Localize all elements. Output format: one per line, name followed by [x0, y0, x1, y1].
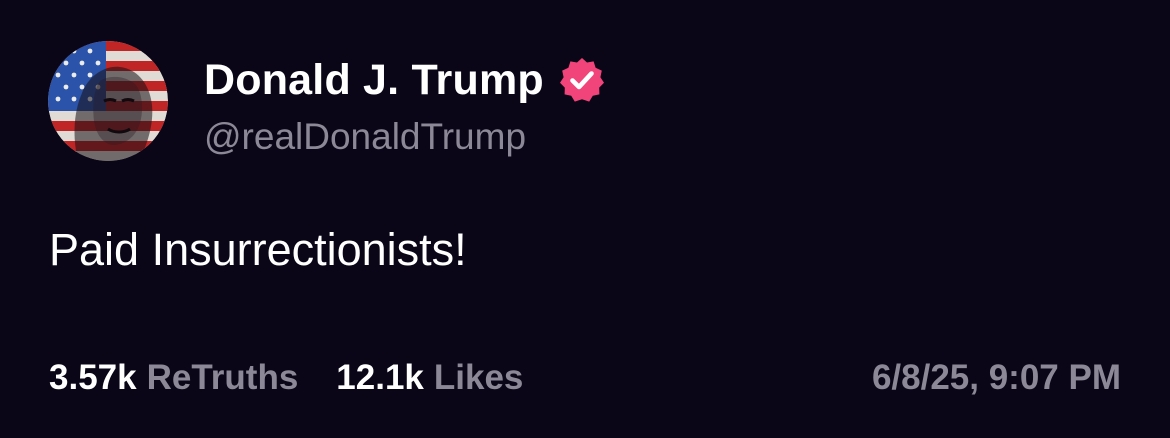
post-stats: 3.57k ReTruths 12.1k Likes: [49, 356, 561, 400]
post-timestamp: 6/8/25, 9:07 PM: [871, 358, 1121, 397]
author-name-row: Donald J. Trump: [204, 54, 606, 106]
truth-post-card: Donald J. Trump @realDonaldTrump Paid In…: [0, 0, 1170, 438]
likes-count: 12.1k: [336, 358, 424, 397]
post-body-text: Paid Insurrectionists!: [49, 224, 467, 275]
retruths-count: 3.57k: [49, 358, 137, 397]
likes-label: Likes: [433, 358, 524, 397]
likes-stat[interactable]: 12.1k Likes: [336, 358, 523, 398]
retruths-stat[interactable]: 3.57k ReTruths: [49, 358, 298, 398]
author-display-name[interactable]: Donald J. Trump: [204, 56, 544, 105]
author-handle[interactable]: @realDonaldTrump: [204, 116, 526, 158]
avatar-flag-portrait-icon: [48, 41, 168, 161]
verified-badge-icon: [558, 56, 606, 104]
author-avatar[interactable]: [48, 41, 168, 161]
retruths-label: ReTruths: [146, 358, 299, 397]
